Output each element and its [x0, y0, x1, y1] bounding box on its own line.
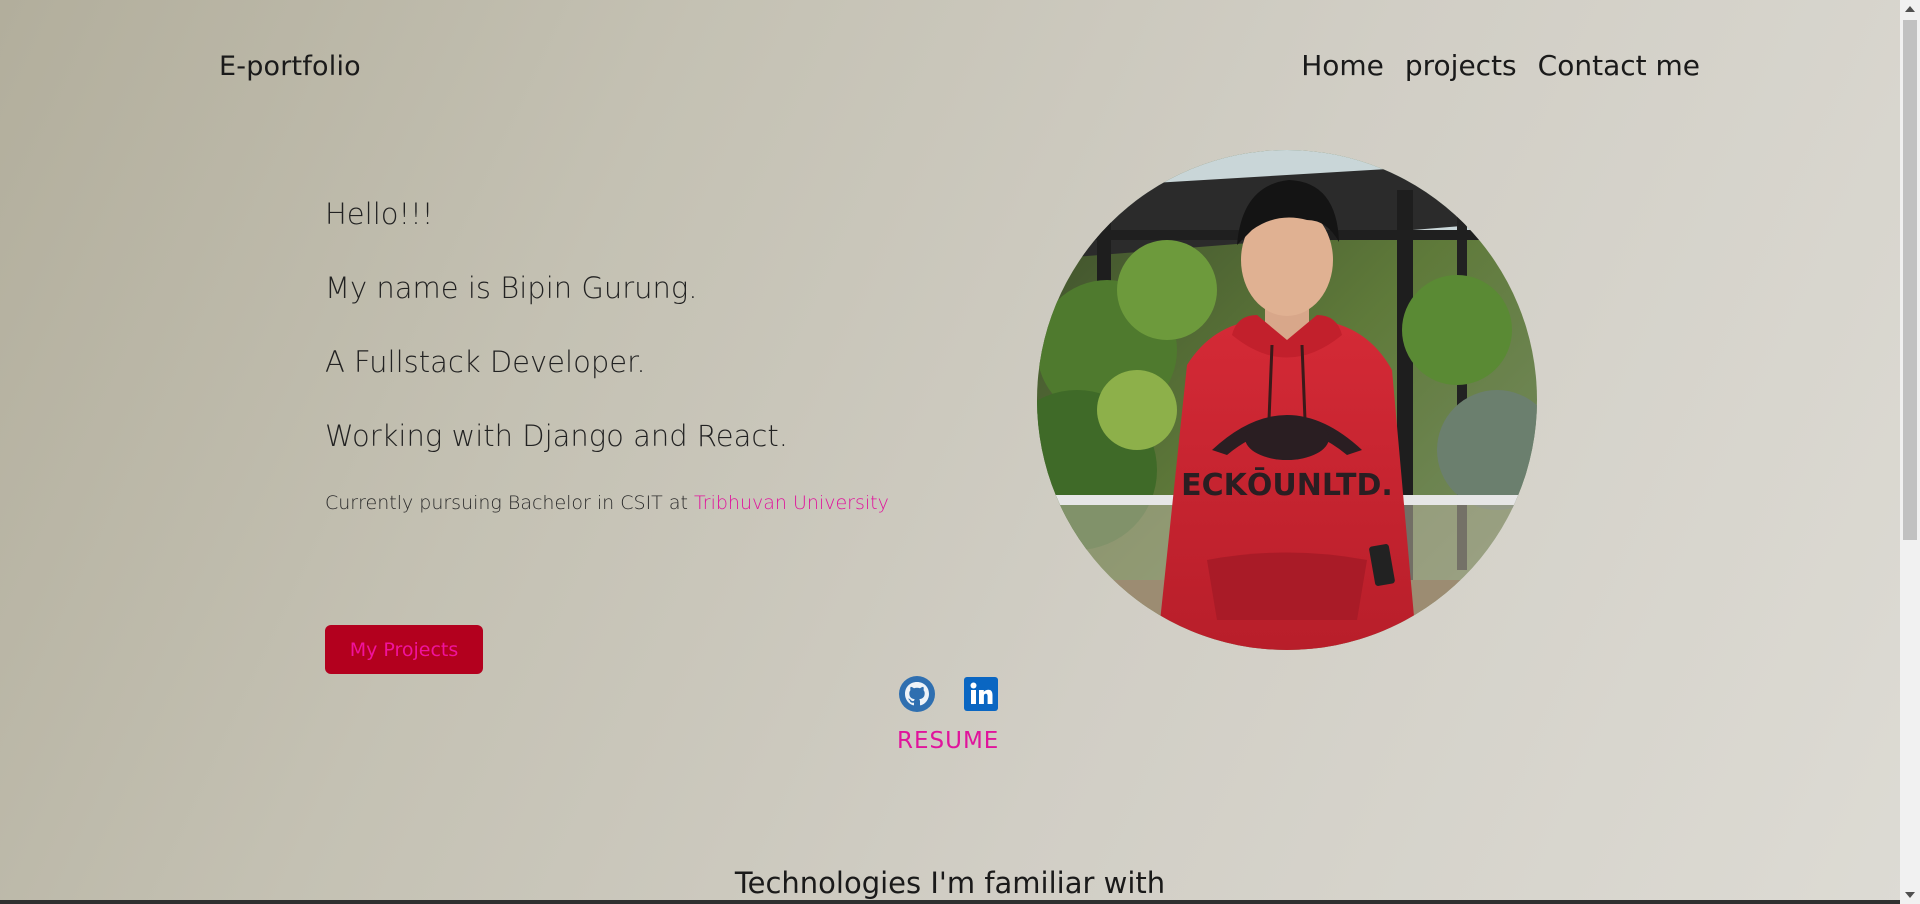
linkedin-icon[interactable]	[962, 675, 1000, 713]
profile-photo: ECKŌUNLTD.	[1037, 150, 1537, 650]
github-icon[interactable]	[898, 675, 936, 713]
technologies-heading: Technologies I'm familiar with	[734, 866, 1166, 900]
education-prefix: Currently pursuing Bachelor in CSIT at	[325, 492, 688, 514]
page: E-portfolio Home projects Contact me Hel…	[0, 0, 1900, 904]
social-links	[898, 675, 1000, 713]
nav-contact[interactable]: Contact me	[1538, 49, 1700, 82]
my-projects-button[interactable]: My Projects	[325, 625, 483, 674]
profile-photo-illustration: ECKŌUNLTD.	[1037, 150, 1537, 650]
nav-projects[interactable]: projects	[1405, 49, 1517, 82]
viewport-bottom-edge	[0, 900, 1900, 904]
intro-section: Hello!!! My name is Bipin Gurung. A Full…	[325, 196, 889, 514]
name-text: My name is Bipin Gurung.	[325, 271, 698, 305]
role-text: A Fullstack Developer.	[325, 345, 646, 379]
main-nav: Home projects Contact me	[1301, 49, 1700, 82]
scroll-up-icon[interactable]	[1905, 6, 1915, 12]
scroll-thumb[interactable]	[1903, 20, 1917, 540]
resume-link[interactable]: RESUME	[897, 728, 999, 754]
greeting-text: Hello!!!	[325, 197, 434, 231]
brand-logo[interactable]: E-portfolio	[219, 51, 361, 82]
education-text: Currently pursuing Bachelor in CSIT at T…	[325, 492, 889, 514]
scroll-down-icon[interactable]	[1905, 892, 1915, 898]
nav-home[interactable]: Home	[1301, 49, 1384, 82]
stack-text: Working with Django and React.	[325, 419, 788, 453]
svg-text:ECKŌUNLTD.: ECKŌUNLTD.	[1181, 467, 1393, 503]
university-link[interactable]: Tribhuvan University	[694, 492, 889, 514]
vertical-scrollbar[interactable]	[1900, 0, 1920, 904]
